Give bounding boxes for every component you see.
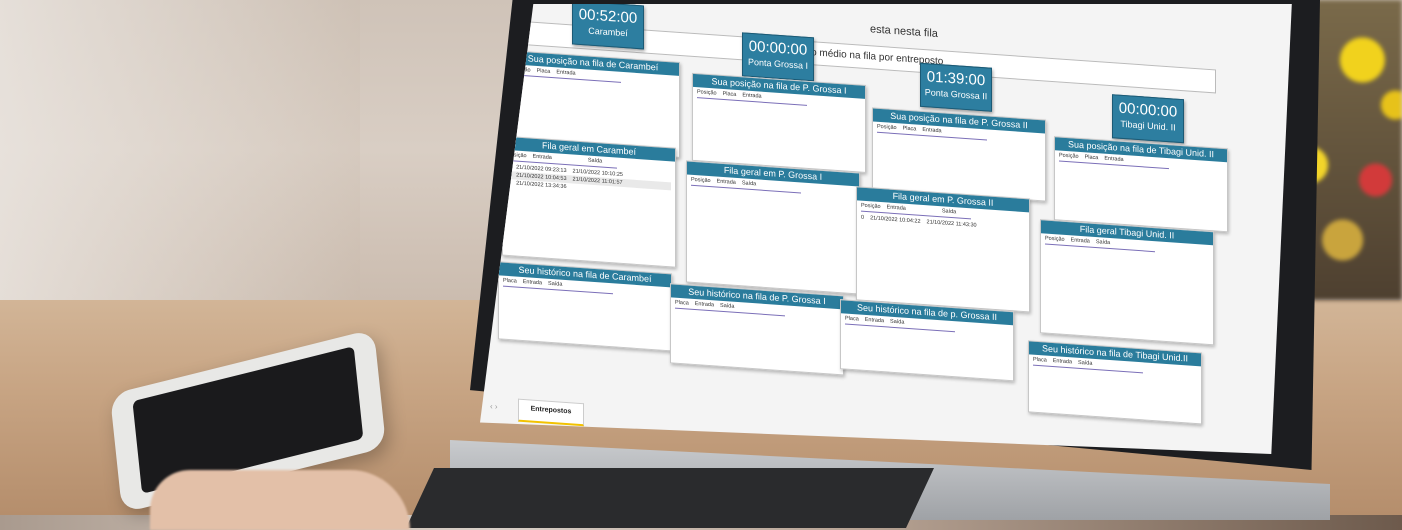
card-posicao-tibagi: Sua posição na fila de Tibagi Unid. II P… [1054, 136, 1228, 233]
col-posicao[interactable]: Posição [1045, 236, 1065, 243]
col-placa[interactable]: Placa [1085, 154, 1099, 161]
hand [150, 470, 410, 530]
col-entrada[interactable]: Entrada [922, 127, 941, 134]
timer-carambei: 00:52:00 Carambeí [572, 4, 644, 50]
tab-entrepostos[interactable]: Entrepostos [518, 398, 584, 427]
col-saida[interactable]: Saída [1096, 239, 1110, 246]
cell-entrada: 21/10/2022 13:34:36 [516, 180, 567, 191]
col-saida[interactable]: Saída [548, 281, 562, 288]
laptop-keyboard [406, 468, 934, 528]
col-saida[interactable]: Saída [942, 208, 956, 215]
col-placa[interactable]: Placa [503, 278, 517, 285]
card-posicao-pg1: Sua posição na fila de P. Grossa I Posiç… [692, 72, 866, 173]
col-posicao[interactable]: Posição [1059, 152, 1079, 159]
tab-nav-arrows-icon[interactable]: ‹ › [490, 402, 498, 412]
col-entrada[interactable]: Entrada [533, 154, 552, 161]
col-placa[interactable]: Placa [723, 91, 737, 98]
col-entrada[interactable]: Entrada [695, 301, 714, 308]
col-entrada[interactable]: Entrada [556, 69, 575, 76]
col-entrada[interactable]: Entrada [1104, 156, 1123, 163]
timer-value: 01:39:00 [926, 68, 986, 90]
col-saida[interactable]: Saída [1078, 360, 1092, 367]
card-geral-tibagi: Fila geral Tibagi Unid. II Posição Entrad… [1040, 219, 1214, 346]
col-entrada[interactable]: Entrada [717, 179, 736, 186]
col-posicao[interactable]: Posição [861, 203, 881, 210]
col-saida[interactable]: Saída [588, 158, 602, 165]
cell-entrada: 21/10/2022 10:04:22 [870, 215, 921, 225]
card-geral-pg1: Fila geral em P. Grossa I Posição Entrada… [686, 160, 860, 295]
cell-saida: 21/10/2022 11:43:30 [926, 219, 977, 229]
card-historico-carambei: Seu histórico na fila de Carambeí Placa E… [498, 261, 672, 352]
card-posicao-pg2: Sua posição na fila de P. Grossa II Posi… [872, 107, 1046, 202]
cell-pos: 0 [861, 214, 865, 221]
timer-label: Carambeí [588, 25, 628, 39]
col-placa[interactable]: Placa [537, 68, 551, 75]
card-geral-pg2: Fila geral em P. Grossa II Posição Entrad… [856, 186, 1030, 313]
col-posicao[interactable]: Posição [691, 177, 711, 184]
card-geral-carambei: Fila geral em Carambeí Posição EntradaSaí… [502, 135, 676, 268]
col-placa[interactable]: Placa [675, 300, 689, 307]
card-historico-tibagi: Seu histórico na fila de Tibagi Unid.II … [1028, 340, 1202, 425]
timer-value: 00:00:00 [748, 37, 808, 59]
laptop-screen: esta nesta fila Tempo médio na fila por … [480, 4, 1292, 454]
timer-value: 00:00:00 [1118, 99, 1178, 121]
col-entrada[interactable]: Entrada [1053, 358, 1072, 365]
col-entrada[interactable]: Entrada [523, 279, 542, 286]
col-posicao[interactable]: Posição [697, 89, 717, 96]
timer-value: 00:52:00 [578, 5, 638, 27]
partial-title: esta nesta fila [870, 23, 938, 41]
col-placa[interactable]: Placa [1033, 357, 1047, 364]
col-entrada[interactable]: Entrada [1071, 237, 1090, 244]
col-placa[interactable]: Placa [845, 316, 859, 323]
col-saida[interactable]: Saída [742, 180, 756, 187]
col-saida[interactable]: Saída [890, 319, 904, 326]
card-historico-pg2: Seu histórico na fila de p. Grossa II Pl… [840, 299, 1014, 382]
col-entrada[interactable]: Entrada [887, 204, 906, 211]
col-entrada[interactable]: Entrada [865, 317, 884, 324]
col-posicao[interactable]: Posição [877, 124, 897, 131]
col-saida[interactable]: Saída [720, 303, 734, 310]
col-placa[interactable]: Placa [903, 126, 917, 133]
timer-pg1: 00:00:00 Ponta Grossa I [742, 32, 814, 82]
col-entrada[interactable]: Entrada [742, 92, 761, 99]
timer-pg2: 01:39:00 Ponta Grossa II [920, 62, 992, 112]
timer-tibagi: 00:00:00 Tibagi Unid. II [1112, 94, 1184, 144]
card-historico-pg1: Seu histórico na fila de P. Grossa I Pla… [670, 283, 844, 376]
